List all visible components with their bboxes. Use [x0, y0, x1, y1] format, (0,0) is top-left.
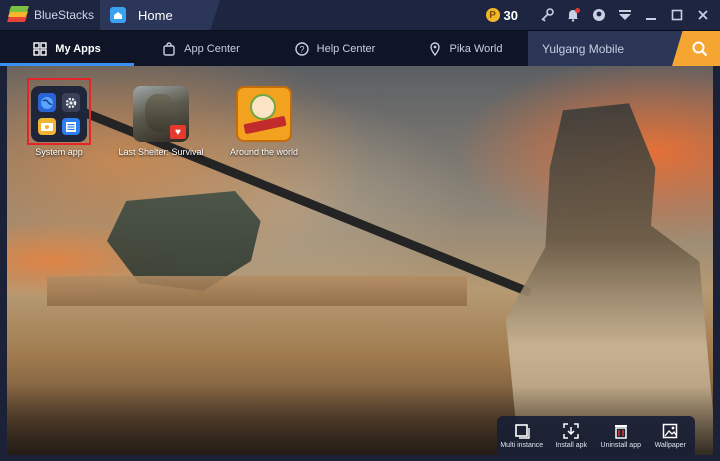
search-bar[interactable]: Yulgang Mobile	[528, 31, 720, 66]
close-icon[interactable]	[690, 0, 716, 30]
bell-icon[interactable]	[560, 0, 586, 30]
help-icon: ?	[294, 41, 309, 56]
last-shelter-icon[interactable]: ♥	[133, 86, 189, 142]
search-button[interactable]	[672, 31, 720, 66]
tab-app-center[interactable]: App Center	[134, 31, 268, 66]
dock-label: Wallpaper	[654, 441, 686, 449]
coin-icon: P	[485, 8, 500, 22]
app-last-shelter[interactable]: ♥ Last Shelter: Survival	[113, 86, 209, 157]
tab-help-center[interactable]: ? Help Center	[268, 31, 402, 66]
coin-count: 30	[503, 7, 518, 23]
dock-label: Multi instance	[500, 441, 544, 449]
home-tab[interactable]: Home	[100, 0, 220, 30]
bluestacks-logo-icon	[6, 6, 30, 24]
install-apk-button[interactable]: Install apk	[547, 422, 595, 449]
account-icon[interactable]	[586, 0, 612, 30]
app-around-the-world[interactable]: Around the world	[216, 86, 312, 157]
system-app-highlight	[27, 78, 91, 145]
dock-label: Install apk	[555, 441, 588, 449]
bottom-dock: Multi instance Install apk Uninstall app…	[497, 416, 695, 455]
wallpaper-wall	[47, 276, 467, 306]
multi-instance-icon	[514, 423, 530, 439]
app-label: Last Shelter: Survival	[118, 147, 204, 157]
tab-label: Help Center	[316, 42, 376, 55]
minimize-icon[interactable]	[638, 0, 664, 30]
multi-instance-button[interactable]: Multi instance	[498, 423, 546, 449]
bag-icon	[163, 41, 175, 56]
around-the-world-icon[interactable]	[236, 86, 292, 142]
install-apk-icon	[563, 422, 579, 439]
home-desktop: System app ♥ Last Shelter: Survival Arou…	[7, 66, 713, 455]
uninstall-app-button[interactable]: Uninstall app	[597, 423, 645, 449]
dock-label: Uninstall app	[600, 441, 641, 449]
character-icon	[250, 94, 276, 120]
pin-icon	[429, 41, 440, 56]
tab-my-apps[interactable]: My Apps	[0, 31, 134, 66]
app-label: System app	[35, 147, 83, 157]
menu-icon[interactable]	[612, 0, 638, 30]
search-icon	[692, 41, 708, 56]
notification-dot	[575, 8, 580, 13]
tab-label: Pika World	[449, 42, 503, 55]
search-suggestion[interactable]: Yulgang Mobile	[542, 42, 624, 56]
tab-label: App Center	[184, 42, 240, 55]
wallpaper-button[interactable]: Wallpaper	[646, 423, 694, 449]
maximize-icon[interactable]	[664, 0, 690, 30]
svg-text:?: ?	[299, 44, 304, 54]
home-tab-label: Home	[138, 7, 173, 23]
coin-balance[interactable]: P 30	[485, 7, 518, 23]
tab-pika-world[interactable]: Pika World	[402, 31, 528, 66]
grid-icon	[33, 41, 47, 56]
title-bar: BlueStacks Home P 30	[0, 0, 720, 30]
brand: BlueStacks	[0, 0, 98, 30]
app-name: BlueStacks	[34, 8, 95, 22]
app-label: Around the world	[229, 147, 299, 157]
home-icon	[110, 7, 126, 23]
uninstall-icon	[614, 424, 627, 439]
nav-bar: My Apps App Center ? Help Center Pika Wo…	[0, 30, 720, 66]
wallpaper-icon	[663, 423, 678, 438]
key-icon[interactable]	[534, 0, 560, 30]
tab-label: My Apps	[55, 42, 101, 55]
heart-badge-icon: ♥	[170, 125, 186, 139]
